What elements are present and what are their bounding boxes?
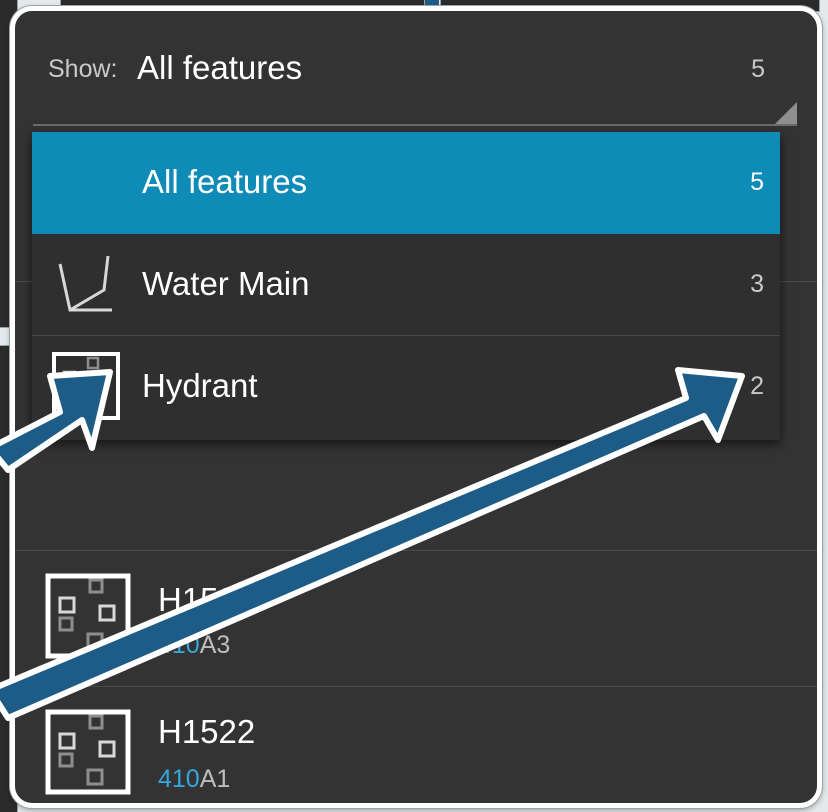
hydrant-icon	[45, 573, 131, 659]
spinner-underline	[33, 124, 797, 126]
list-item[interactable]: H1521 410A3	[15, 550, 817, 685]
dropdown-item-count: 3	[750, 270, 764, 298]
feature-type-dropdown: All features 5 Water Main 3 Hydrant 2	[32, 132, 780, 440]
feature-subtitle-accent: 410	[158, 765, 200, 793]
spinner-dropdown-indicator-icon[interactable]	[775, 102, 797, 124]
spinner-selected-value: All features	[137, 49, 303, 86]
dropdown-item-count: 5	[750, 168, 764, 196]
feature-panel: Show: All features 5 410A3 200	[10, 6, 822, 808]
feature-subtitle-accent: 410	[158, 631, 200, 659]
spinner-count: 5	[751, 55, 765, 83]
feature-subtitle-rest: A1	[199, 765, 231, 793]
list-item[interactable]: H1522 410A1	[15, 686, 817, 803]
dropdown-item-label: Hydrant	[142, 367, 258, 404]
dropdown-item-hydrant[interactable]: Hydrant 2	[32, 336, 780, 438]
dropdown-item-water-main[interactable]: Water Main 3	[32, 234, 780, 336]
feature-subtitle: 410A1	[158, 765, 230, 794]
dropdown-item-count: 2	[750, 372, 764, 400]
feature-title: H1522	[158, 713, 256, 750]
feature-subtitle-rest: A3	[199, 631, 231, 659]
dropdown-item-label: All features	[142, 163, 308, 200]
dropdown-item-all-features[interactable]: All features 5	[32, 132, 780, 234]
dropdown-item-label: Water Main	[142, 265, 310, 302]
feature-title: H1521	[158, 581, 256, 618]
feature-subtitle: 410A3	[158, 631, 230, 660]
hydrant-icon	[52, 352, 120, 420]
water-main-icon	[58, 255, 112, 312]
hydrant-icon	[45, 709, 131, 795]
spinner-prefix: Show:	[48, 55, 118, 83]
feature-type-spinner[interactable]: Show: All features 5	[15, 11, 817, 129]
